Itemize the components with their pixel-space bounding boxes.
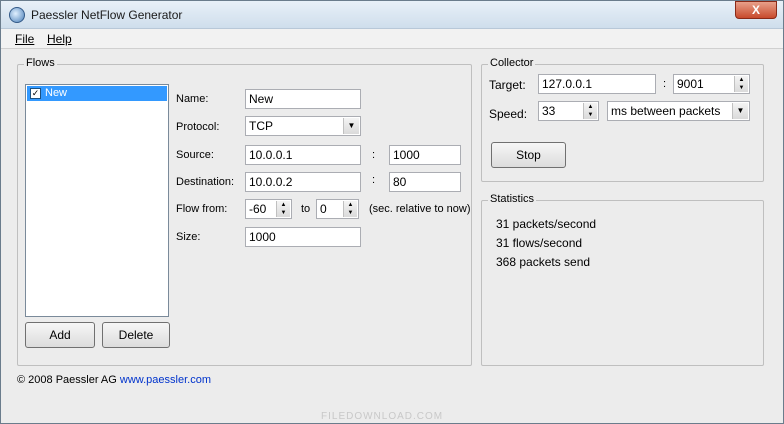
destination-colon: : [372, 174, 376, 186]
menu-help-label: Help [47, 32, 72, 46]
target-label: Target: [489, 78, 526, 92]
protocol-value: TCP [249, 119, 273, 133]
stat-packets-sent: 368 packets send [496, 255, 591, 269]
relative-note: (sec. relative to now) [369, 203, 471, 215]
target-port-value: 9001 [677, 77, 704, 91]
name-label: Name: [176, 93, 209, 105]
app-icon [9, 7, 25, 23]
destination-label: Destination: [176, 176, 235, 188]
spin-arrows-icon[interactable]: ▲ ▼ [583, 103, 597, 119]
chevron-down-icon[interactable]: ▼ [732, 103, 748, 119]
source-port-field[interactable]: 1000 [389, 145, 461, 165]
source-colon: : [372, 149, 376, 161]
close-button[interactable]: X [735, 1, 777, 19]
speed-value: 33 [542, 104, 556, 118]
spin-arrows-icon[interactable]: ▲ ▼ [343, 201, 357, 217]
to-label: to [301, 203, 311, 215]
window-title: Paessler NetFlow Generator [31, 8, 183, 22]
flow-from-value: -60 [249, 202, 267, 216]
protocol-select[interactable]: TCP ▼ [245, 116, 361, 136]
statistics-legend: Statistics [488, 193, 537, 205]
add-button[interactable]: Add [25, 322, 95, 348]
destination-port-field[interactable]: 80 [389, 172, 461, 192]
stat-flows-per-second: 31 flows/second [496, 236, 583, 250]
menu-bar: File Help [1, 29, 783, 49]
delete-button[interactable]: Delete [102, 322, 170, 348]
title-bar: Paessler NetFlow Generator X [1, 1, 783, 29]
target-port-stepper[interactable]: 9001 ▲ ▼ [673, 74, 750, 94]
menu-file-label: File [15, 32, 35, 46]
app-window: Paessler NetFlow Generator X File Help F… [0, 0, 784, 424]
speed-unit-select[interactable]: ms between packets ▼ [607, 101, 750, 121]
menu-file[interactable]: File [15, 32, 34, 46]
menu-help[interactable]: Help [47, 32, 72, 46]
footer: © 2008 Paessler AG www.paessler.com [17, 374, 211, 386]
flow-to-stepper[interactable]: 0 ▲ ▼ [316, 199, 359, 219]
chevron-down-icon[interactable]: ▼ [343, 118, 359, 134]
protocol-label: Protocol: [176, 121, 220, 133]
source-label: Source: [176, 149, 214, 161]
watermark: FILEDOWNLOAD.COM [321, 411, 444, 422]
target-colon: : [663, 78, 667, 90]
source-ip-field[interactable]: 10.0.0.1 [245, 145, 361, 165]
stop-button[interactable]: Stop [491, 142, 566, 168]
size-field[interactable]: 1000 [245, 227, 361, 247]
list-item-label: New [45, 87, 68, 99]
size-label: Size: [176, 231, 201, 243]
collector-legend: Collector [488, 57, 536, 69]
list-item[interactable]: ✓ New [27, 86, 167, 101]
speed-label: Speed: [489, 107, 528, 121]
spin-arrows-icon[interactable]: ▲ ▼ [734, 76, 748, 92]
speed-stepper[interactable]: 33 ▲ ▼ [538, 101, 599, 121]
flow-to-value: 0 [320, 202, 327, 216]
name-field[interactable]: New [245, 89, 361, 109]
website-link[interactable]: www.paessler.com [120, 374, 211, 386]
flow-from-label: Flow from: [176, 203, 228, 215]
destination-ip-field[interactable]: 10.0.0.2 [245, 172, 361, 192]
stat-packets-per-second: 31 packets/second [496, 217, 597, 231]
flow-from-stepper[interactable]: -60 ▲ ▼ [245, 199, 292, 219]
target-ip-field[interactable]: 127.0.0.1 [538, 74, 656, 94]
copyright-text: © 2008 Paessler AG [17, 374, 117, 386]
flow-enabled-checkbox[interactable]: ✓ [30, 88, 41, 99]
flows-legend: Flows [24, 57, 57, 69]
spin-arrows-icon[interactable]: ▲ ▼ [276, 201, 290, 217]
flows-list[interactable]: ✓ New [25, 84, 169, 317]
speed-unit-value: ms between packets [611, 104, 721, 118]
